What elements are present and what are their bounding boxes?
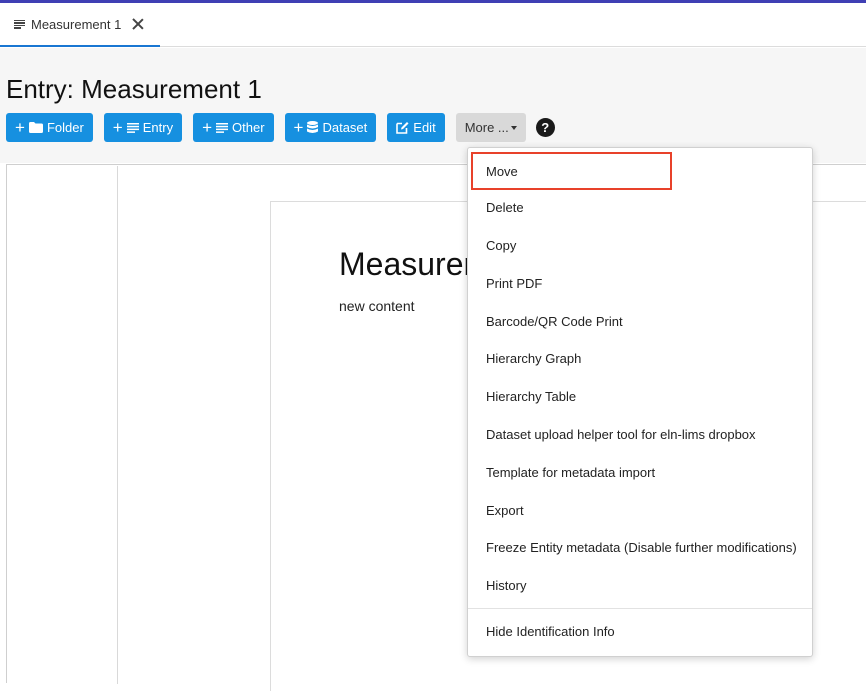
edit-label: Edit (413, 120, 436, 135)
tab-measurement-1[interactable]: Measurement 1 (0, 3, 160, 47)
help-icon[interactable]: ? (535, 118, 555, 137)
more-button[interactable]: More ... (455, 113, 526, 142)
list-icon (216, 122, 229, 133)
menu-item-print-pdf[interactable]: Print PDF (468, 264, 812, 302)
menu-item-dataset-upload-helper[interactable]: Dataset upload helper tool for eln-lims … (468, 415, 812, 453)
plus-icon: + (112, 118, 123, 137)
close-icon[interactable] (131, 17, 145, 31)
more-dropdown-menu: Move Delete Copy Print PDF Barcode/QR Co… (467, 147, 813, 657)
menu-item-export[interactable]: Export (468, 491, 812, 529)
toolbar: + Folder + Entry + Other + Dataset Edit … (6, 113, 555, 142)
add-entry-label: Entry (142, 120, 174, 135)
tab-bar: Measurement 1 (0, 3, 866, 47)
list-icon (14, 19, 25, 29)
menu-item-freeze-entity[interactable]: Freeze Entity metadata (Disable further … (468, 528, 812, 566)
add-dataset-button[interactable]: + Dataset (284, 113, 377, 142)
page-header: Entry: Measurement 1 + Folder + Entry + … (0, 48, 866, 163)
add-other-label: Other (232, 120, 265, 135)
document-body: new content (339, 298, 415, 314)
edit-button[interactable]: Edit (387, 113, 445, 142)
more-label: More ... (464, 120, 509, 135)
menu-divider (468, 608, 812, 609)
caret-down-icon (510, 126, 517, 130)
add-dataset-label: Dataset (322, 120, 368, 135)
tab-label: Measurement 1 (31, 16, 122, 32)
database-icon (307, 121, 319, 134)
menu-item-hide-identification-info[interactable]: Hide Identification Info (468, 612, 812, 650)
menu-item-move[interactable]: Move (471, 152, 672, 190)
add-folder-button[interactable]: + Folder (6, 113, 93, 142)
menu-item-hierarchy-table[interactable]: Hierarchy Table (468, 377, 812, 415)
menu-item-barcode-print[interactable]: Barcode/QR Code Print (468, 302, 812, 340)
menu-item-copy[interactable]: Copy (468, 226, 812, 264)
menu-item-hierarchy-graph[interactable]: Hierarchy Graph (468, 339, 812, 377)
add-other-button[interactable]: + Other (193, 113, 274, 142)
plus-icon: + (293, 118, 304, 137)
edit-icon (396, 121, 409, 134)
list-icon (126, 122, 139, 133)
plus-icon: + (202, 118, 213, 137)
menu-item-delete[interactable]: Delete (468, 188, 812, 226)
add-entry-button[interactable]: + Entry (103, 113, 183, 142)
page-title: Entry: Measurement 1 (6, 74, 262, 104)
menu-item-metadata-template[interactable]: Template for metadata import (468, 453, 812, 491)
plus-icon: + (15, 118, 25, 137)
add-folder-label: Folder (46, 120, 84, 135)
folder-icon (28, 122, 43, 133)
menu-item-history[interactable]: History (468, 566, 812, 604)
